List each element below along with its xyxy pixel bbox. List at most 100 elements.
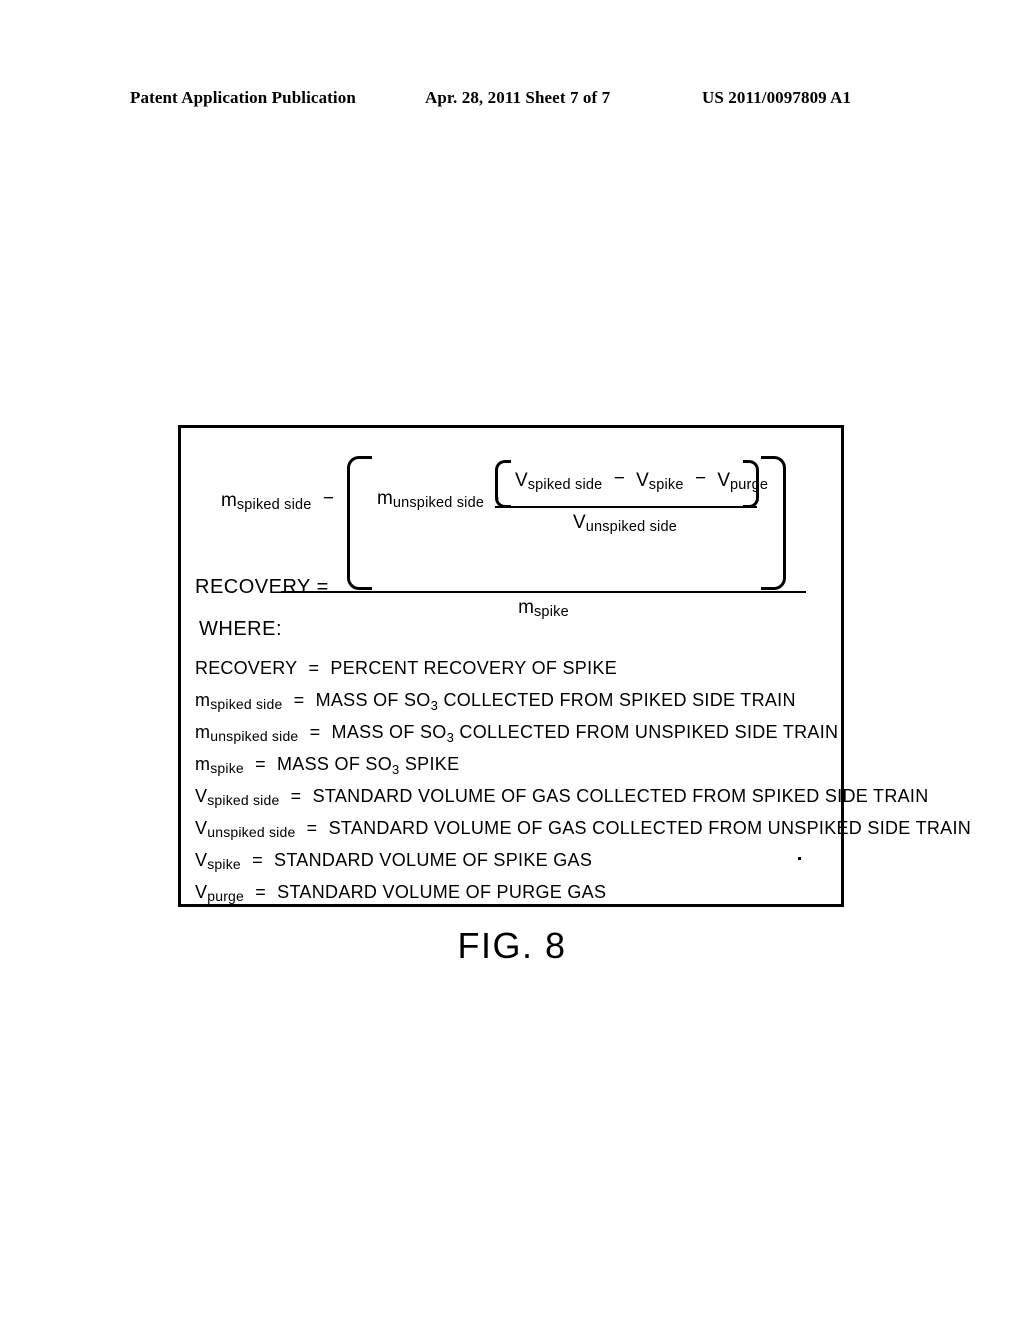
definition-symbol: Vspike [195,850,241,872]
definition-item: RECOVERY = PERCENT RECOVERY OF SPIKE [195,658,835,690]
equation-equals-sign: = [316,576,329,598]
term-m-unspiked-side-sub: unspiked side [392,495,485,511]
definition-symbol-base: V [195,882,208,902]
definition-symbol-base: RECOVERY [195,658,298,678]
equation-numerator: mspiked side − [221,488,340,513]
main-fraction-bar [281,591,806,593]
header-date-sheet-label: Apr. 28, 2011 Sheet 7 of 7 [425,88,611,107]
definition-text-post: COLLECTED FROM UNSPIKED SIDE TRAIN [454,722,839,742]
term-v-spike: Vspike [636,470,684,493]
term-m-unspiked-side-base: m [377,488,393,509]
term-v-unspiked-side-sub: unspiked side [585,519,677,535]
equation-result-text: RECOVERY [195,576,311,598]
operator-minus-inner-2: − [694,468,707,489]
term-m-spiked-side-sub: spiked side [236,497,312,513]
definition-equals: = [255,882,266,902]
term-v-unspiked-side-base: V [573,512,586,533]
paren-right-icon [743,460,759,508]
definition-equals: = [290,786,302,806]
header-publication-label: Patent Application Publication [130,88,356,107]
figure-box: RECOVERY = mspiked side − munspiked side… [178,425,971,907]
term-m-spiked-side-base: m [221,490,237,511]
definition-text: PERCENT RECOVERY OF SPIKE [330,658,618,678]
definition-symbol-sub: purge [207,888,245,904]
definition-equals: = [306,818,318,838]
definition-symbol-sub: unspiked side [210,728,299,744]
definition-item: mspiked side = MASS OF SO3 COLLECTED FRO… [195,690,835,722]
recovery-equation: RECOVERY = mspiked side − munspiked side… [181,428,841,620]
operator-minus-outer: − [322,488,334,509]
definition-text-subscript: 3 [446,730,455,745]
term-v-unspiked-side: Vunspiked side [573,512,677,535]
equation-bracket-content: munspiked side · [377,488,506,511]
paren-left-icon [495,460,511,508]
term-v-spiked-side: Vspiked side [515,470,603,493]
definition-equals: = [293,690,305,710]
definition-item: Vspike = STANDARD VOLUME OF SPIKE GAS [195,850,835,882]
definition-item: Vspiked side = STANDARD VOLUME OF GAS CO… [195,786,928,818]
definition-text-post: SPIKE [399,754,460,774]
definition-equals: = [255,754,266,774]
term-v-purge-base: V [717,470,731,491]
definition-item: Vpurge = STANDARD VOLUME OF PURGE GAS [195,882,835,914]
term-v-spiked-side-base: V [515,470,528,491]
definition-equals: = [309,722,321,742]
definition-equals: = [308,658,320,678]
definition-text-subscript: 3 [392,762,400,777]
bracket-left-icon [347,456,372,590]
definition-symbol-base: V [195,850,208,870]
inner-fraction: Vspiked side − Vspike − Vpurge Vunspiked… [493,458,773,535]
term-m-spiked-side: mspiked side [221,490,312,513]
definition-symbol: munspiked side [195,722,298,744]
definition-text: MASS OF SO3 SPIKE [277,754,460,777]
inner-fraction-numerator: Vspiked side − Vspike − Vpurge [493,458,773,508]
definition-symbol-sub: spiked side [207,792,280,808]
definition-symbol-base: V [195,786,208,806]
term-m-spike-base: m [518,597,534,618]
definition-symbol-sub: spike [207,856,241,872]
where-label: WHERE: [199,618,282,640]
definition-symbol: RECOVERY [195,658,297,680]
definition-symbol-sub: spike [210,760,244,776]
term-m-unspiked-side: munspiked side [377,488,485,511]
term-v-spike-base: V [636,470,649,491]
definition-symbol-sub: spiked side [210,696,283,712]
definition-text: STANDARD VOLUME OF GAS COLLECTED FROM UN… [328,818,972,838]
header-publication-number: US 2011/0097809 A1 [702,88,852,107]
definitions-list: RECOVERY = PERCENT RECOVERY OF SPIKE msp… [195,658,971,914]
term-m-spike-sub: spike [533,604,569,620]
definition-symbol: Vpurge [195,882,244,904]
definition-symbol: Vunspiked side [195,818,295,840]
definition-text: STANDARD VOLUME OF SPIKE GAS [274,850,593,870]
definition-symbol: mspike [195,754,244,776]
definition-text-pre: MASS OF SO [277,754,393,774]
definition-item: munspiked side = MASS OF SO3 COLLECTED F… [195,722,838,754]
definition-text-post: COLLECTED FROM SPIKED SIDE TRAIN [438,690,796,710]
term-v-spike-sub: spike [648,477,684,493]
definition-symbol-base: m [195,754,211,774]
definition-symbol: mspiked side [195,690,282,712]
term-m-spike-denominator: mspike [518,597,569,620]
page-header: Patent Application Publication Apr. 28, … [0,88,1024,116]
scan-artifact-speck [798,857,801,860]
definition-symbol: Vspiked side [195,786,279,808]
main-fraction-denominator: mspike [281,597,806,620]
definition-symbol-base: m [195,722,211,742]
definition-text-pre: MASS OF SO [315,690,431,710]
figure-caption: FIG. 8 [457,925,567,966]
definition-text: MASS OF SO3 COLLECTED FROM UNSPIKED SIDE… [331,722,839,745]
inner-fraction-denominator: Vunspiked side [493,512,757,535]
definition-symbol-sub: unspiked side [207,824,296,840]
operator-minus-inner-1: − [613,468,625,489]
definition-symbol-base: m [195,690,211,710]
definition-symbol-base: V [195,818,208,838]
inner-fraction-numerator-content: Vspiked side − Vspike − Vpurge [515,468,768,493]
definition-text-pre: MASS OF SO [331,722,447,742]
definition-text: STANDARD VOLUME OF PURGE GAS [277,882,607,902]
term-v-spiked-side-sub: spiked side [527,477,603,493]
definition-text: STANDARD VOLUME OF GAS COLLECTED FROM SP… [312,786,929,806]
equation-result-label: RECOVERY = [195,576,329,599]
bracket-right-icon [761,456,786,590]
definition-text-subscript: 3 [430,698,439,713]
definition-text: MASS OF SO3 COLLECTED FROM SPIKED SIDE T… [315,690,796,713]
